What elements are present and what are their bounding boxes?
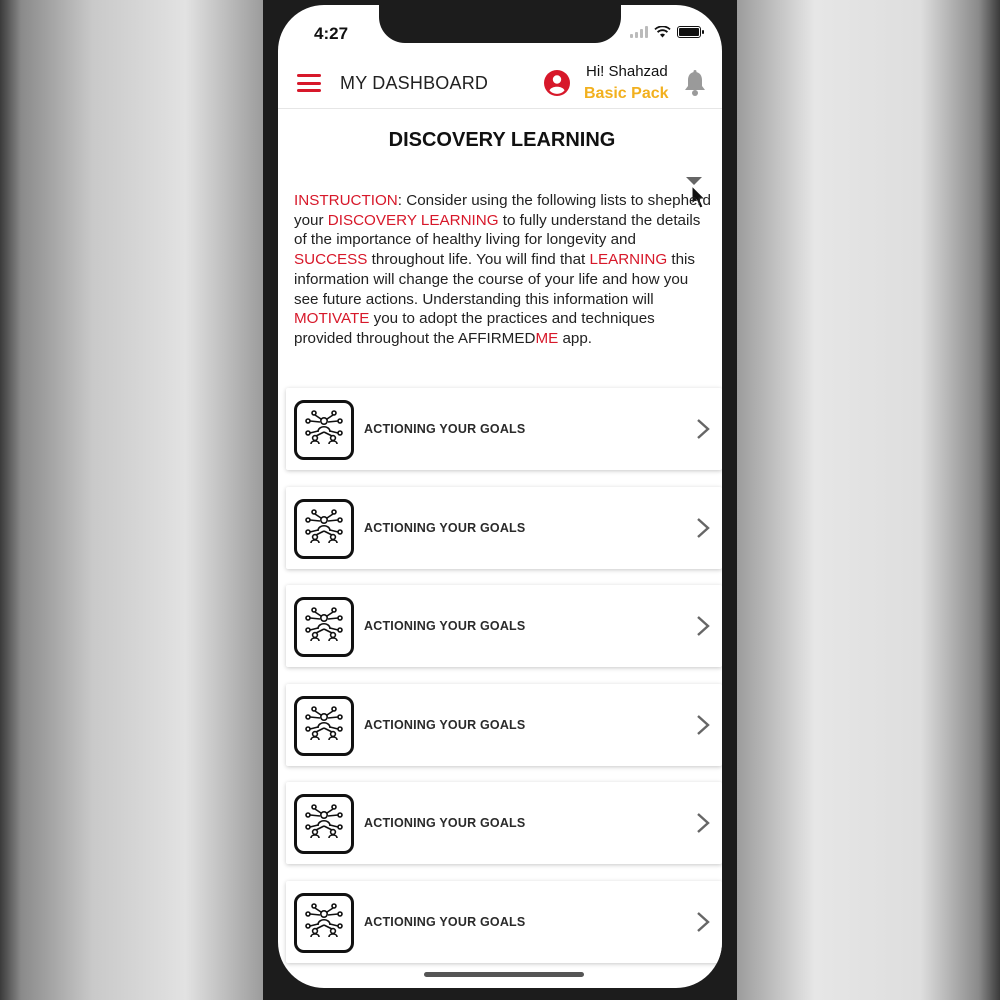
pack-badge: Basic Pack: [584, 85, 669, 102]
instruction-text: INSTRUCTION: Consider using the followin…: [294, 191, 712, 349]
list-item-label: ACTIONING YOUR GOALS: [364, 717, 526, 732]
chevron-right-icon: [697, 517, 710, 538]
network-people-icon: [294, 400, 354, 460]
list-item[interactable]: ACTIONING YOUR GOALS: [286, 388, 722, 470]
instruction-part: app.: [558, 329, 592, 347]
list-item[interactable]: ACTIONING YOUR GOALS: [286, 782, 722, 865]
list-item[interactable]: ACTIONING YOUR GOALS: [286, 585, 722, 668]
list-item[interactable]: ACTIONING YOUR GOALS: [286, 880, 722, 963]
chevron-right-icon: [697, 419, 710, 439]
network-people-icon: [294, 794, 354, 855]
phone-frame: 4:27 MY DASHBOARD Hi! Shahzad Basic Pack: [263, 0, 737, 1000]
list-item-label: ACTIONING YOUR GOALS: [364, 619, 526, 634]
wifi-icon: [654, 26, 671, 38]
background-left: [0, 0, 265, 1000]
battery-icon: [677, 26, 704, 38]
highlight-motivate: MOTIVATE: [294, 310, 370, 328]
hamburger-icon[interactable]: [297, 74, 321, 92]
app-screen: 4:27 MY DASHBOARD Hi! Shahzad Basic Pack: [278, 5, 722, 988]
instruction-label: INSTRUCTION: [294, 192, 398, 209]
header-title: MY DASHBOARD: [340, 73, 489, 93]
highlight-success: SUCCESS: [294, 251, 368, 269]
highlight-learning: LEARNING: [589, 251, 668, 269]
list-item-label: ACTIONING YOUR GOALS: [364, 816, 526, 831]
network-people-icon: [294, 695, 354, 756]
instruction-part: throughout life. You will find that: [367, 251, 590, 269]
list-item[interactable]: ACTIONING YOUR GOALS: [286, 486, 722, 569]
chevron-right-icon: [697, 714, 710, 735]
network-people-icon: [294, 892, 354, 953]
page-title: DISCOVERY LEARNING: [388, 129, 616, 151]
highlight-me: ME: [535, 329, 559, 347]
user-circle-icon[interactable]: [543, 69, 571, 97]
network-people-icon: [294, 498, 354, 559]
chevron-right-icon: [697, 616, 710, 637]
collapse-arrow-icon[interactable]: [686, 177, 702, 185]
list-item-label: ACTIONING YOUR GOALS: [364, 520, 526, 535]
bell-icon[interactable]: [682, 69, 708, 97]
list-item-label: ACTIONING YOUR GOALS: [364, 422, 526, 436]
notch: [379, 5, 621, 43]
status-icons: [630, 26, 704, 38]
app-header: MY DASHBOARD Hi! Shahzad Basic Pack: [278, 57, 722, 109]
highlight-discovery-learning: DISCOVERY LEARNING: [327, 211, 499, 229]
chevron-right-icon: [697, 912, 710, 932]
background-right: [735, 0, 1000, 1000]
list-item-label: ACTIONING YOUR GOALS: [364, 914, 526, 929]
user-greeting: Hi! Shahzad: [586, 63, 668, 80]
network-people-icon: [294, 597, 354, 658]
signal-icon: [630, 26, 648, 38]
chevron-right-icon: [697, 813, 710, 834]
status-time: 4:27: [314, 24, 349, 43]
list-item[interactable]: ACTIONING YOUR GOALS: [286, 683, 722, 766]
home-indicator[interactable]: [424, 972, 584, 977]
learning-list: ACTIONING YOUR GOALS ACTIONING YOUR GOAL…: [286, 388, 722, 980]
